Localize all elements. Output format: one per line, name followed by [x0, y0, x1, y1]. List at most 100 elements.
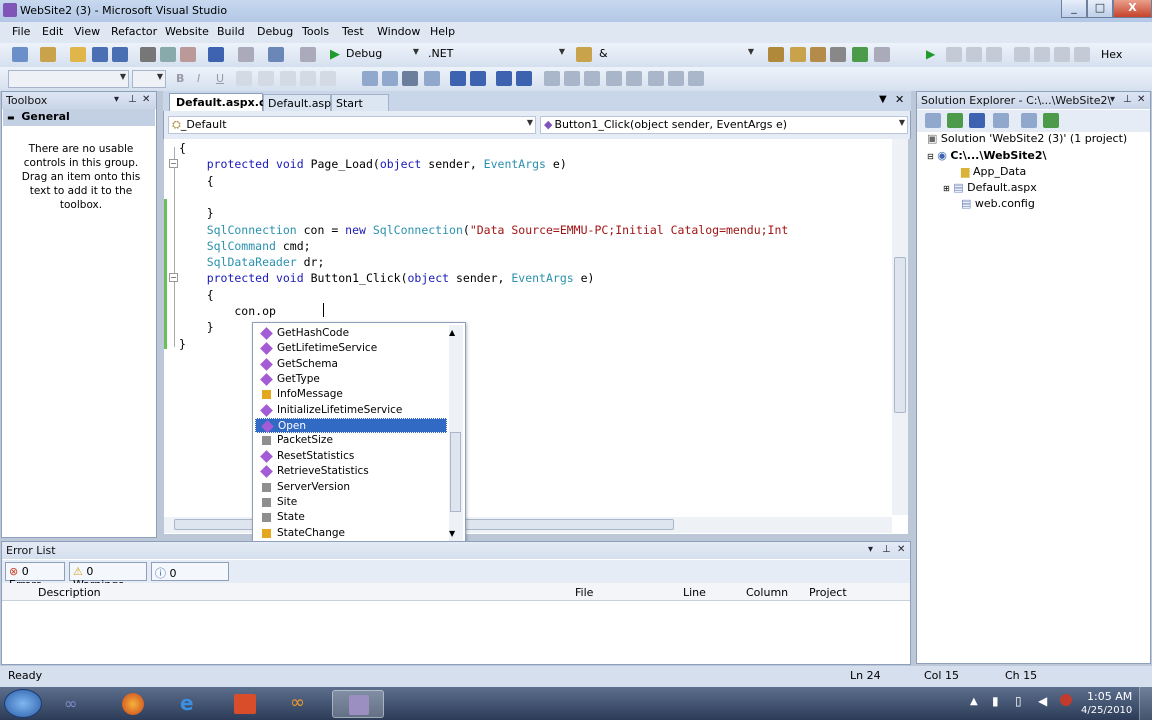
step-out-icon[interactable]	[1074, 47, 1090, 62]
menu-test[interactable]: Test	[342, 25, 364, 38]
continue-icon[interactable]: ▶	[926, 47, 935, 61]
network-icon[interactable]: ▮	[992, 694, 999, 708]
intellisense-scrollbar[interactable]: ▲ ▼	[449, 325, 463, 541]
taskbar-internet-explorer[interactable]: e	[164, 690, 216, 718]
start-page-icon[interactable]	[852, 47, 868, 62]
column-project[interactable]: Project	[809, 586, 847, 599]
italic-icon[interactable]: I	[197, 72, 200, 85]
window-icon[interactable]	[874, 47, 890, 62]
code-line[interactable]: con.op	[179, 304, 276, 318]
bookmark-icon[interactable]	[544, 71, 560, 86]
object-browser-icon[interactable]	[810, 47, 826, 62]
restart-icon[interactable]	[986, 47, 1002, 62]
column-file[interactable]: File	[575, 586, 593, 599]
scrollbar-thumb[interactable]	[894, 257, 906, 413]
intellisense-item[interactable]: RetrieveStatistics	[255, 464, 447, 479]
tab-start-page[interactable]: Start Page	[331, 94, 389, 123]
minimize-button[interactable]: _	[1061, 0, 1087, 18]
prev-bookmark-folder-icon[interactable]	[606, 71, 622, 86]
code-line[interactable]: protected void Page_Load(object sender, …	[179, 157, 567, 171]
save-all-icon[interactable]	[112, 47, 128, 62]
intellisense-item[interactable]: GetSchema	[255, 357, 447, 372]
more-bookmarks-icon[interactable]	[688, 71, 704, 86]
font-name-select[interactable]: ▼	[8, 70, 129, 88]
copy-website-icon[interactable]	[1021, 113, 1037, 128]
tab-default-aspx[interactable]: Default.aspx	[263, 94, 338, 111]
menu-edit[interactable]: Edit	[42, 25, 63, 38]
code-line[interactable]: {	[179, 174, 214, 188]
code-line[interactable]: SqlCommand cmd;	[179, 239, 311, 253]
taskbar-visual-studio[interactable]	[332, 690, 384, 718]
file-node-web-config[interactable]: ▤ web.config	[961, 197, 1035, 210]
toolbox-group-general[interactable]: ▬ General	[3, 109, 155, 126]
intellisense-item[interactable]: ServerVersion	[255, 480, 447, 495]
platform-select[interactable]: .NET ▼	[425, 46, 567, 64]
menu-tools[interactable]: Tools	[302, 25, 329, 38]
menu-website[interactable]: Website	[165, 25, 209, 38]
dropdown-icon[interactable]: ▾	[868, 544, 873, 555]
code-line[interactable]: protected void Button1_Click(object send…	[179, 271, 595, 285]
intellisense-item[interactable]: InfoMessage	[255, 387, 447, 402]
column-description[interactable]: Description	[38, 586, 101, 599]
file-node-default-aspx[interactable]: ⊞ ▤ Default.aspx	[943, 181, 1037, 194]
collapse-icon[interactable]: −	[169, 273, 178, 282]
view-code-icon[interactable]	[993, 113, 1009, 128]
intellisense-item[interactable]: State	[255, 510, 447, 525]
undo-icon[interactable]	[208, 47, 224, 62]
active-files-icon[interactable]: ▼	[879, 94, 887, 105]
prev-bookmark-icon[interactable]	[564, 71, 580, 86]
open-icon[interactable]	[70, 47, 86, 62]
paste-icon[interactable]	[180, 47, 196, 62]
security-icon[interactable]	[1060, 694, 1072, 706]
align-center-icon[interactable]	[300, 71, 316, 86]
code-line[interactable]: }	[179, 206, 214, 220]
code-line[interactable]: SqlConnection con = new SqlConnection("D…	[179, 223, 789, 237]
errors-filter-button[interactable]: ⊗ 0 Errors	[5, 562, 65, 591]
start-debugging-icon[interactable]: ▶	[330, 47, 340, 62]
menu-file[interactable]: File	[12, 25, 30, 38]
show-hidden-icons[interactable]: ▲	[970, 696, 978, 707]
font-size-select[interactable]: ▼	[132, 70, 166, 88]
step-over-icon[interactable]	[1054, 47, 1070, 62]
show-next-statement-icon[interactable]	[1014, 47, 1030, 62]
break-all-icon[interactable]	[946, 47, 962, 62]
clear-bookmarks-icon[interactable]	[648, 71, 664, 86]
navigate-icon[interactable]	[268, 47, 284, 62]
class-select[interactable]: ⛭_Default ▼	[168, 116, 536, 134]
new-project-icon[interactable]	[12, 47, 28, 62]
bookmark-window-icon[interactable]	[668, 71, 684, 86]
intellisense-item[interactable]: GetHashCode	[255, 326, 447, 341]
tab-default-aspx-cs[interactable]: Default.aspx.cs*	[169, 93, 278, 111]
intellisense-item[interactable]: ResetStatistics	[255, 449, 447, 464]
hex-toggle[interactable]: Hex	[1101, 48, 1122, 61]
intellisense-scrollbar-thumb[interactable]	[450, 432, 461, 512]
dropdown-icon[interactable]: ▾	[1110, 94, 1115, 105]
messages-filter-button[interactable]: ⓘ 0 Messages	[151, 562, 229, 594]
redo-icon[interactable]	[238, 47, 254, 62]
code-line[interactable]: }	[179, 337, 186, 351]
decrease-indent-icon[interactable]	[496, 71, 512, 86]
intellisense-item[interactable]: GetLifetimeService	[255, 341, 447, 356]
increase-indent-icon[interactable]	[516, 71, 532, 86]
menu-debug[interactable]: Debug	[257, 25, 293, 38]
show-desktop-button[interactable]	[1139, 687, 1152, 720]
collapse-icon[interactable]: −	[169, 159, 178, 168]
stop-icon[interactable]	[966, 47, 982, 62]
column-line[interactable]: Line	[683, 586, 706, 599]
taskbar-firefox[interactable]	[108, 690, 160, 718]
properties-icon[interactable]	[790, 47, 806, 62]
intellisense-item[interactable]: PacketSize	[255, 433, 447, 448]
solution-config-select[interactable]: Debug ▼	[343, 46, 421, 64]
menu-window[interactable]: Window	[377, 25, 420, 38]
scroll-down-icon[interactable]: ▼	[449, 529, 455, 538]
intellisense-item[interactable]: InitializeLifetimeService	[255, 403, 447, 418]
code-line[interactable]: SqlDataReader dr;	[179, 255, 325, 269]
uncomment-icon[interactable]	[470, 71, 486, 86]
intellisense-item[interactable]: StateChange	[255, 526, 447, 541]
battery-icon[interactable]: ▯	[1015, 694, 1022, 708]
maximize-button[interactable]: □	[1087, 0, 1113, 18]
asp-net-configuration-icon[interactable]	[1043, 113, 1059, 128]
refresh-icon[interactable]	[947, 113, 963, 128]
intellisense-item[interactable]: Site	[255, 495, 447, 510]
step-into-icon[interactable]	[1034, 47, 1050, 62]
